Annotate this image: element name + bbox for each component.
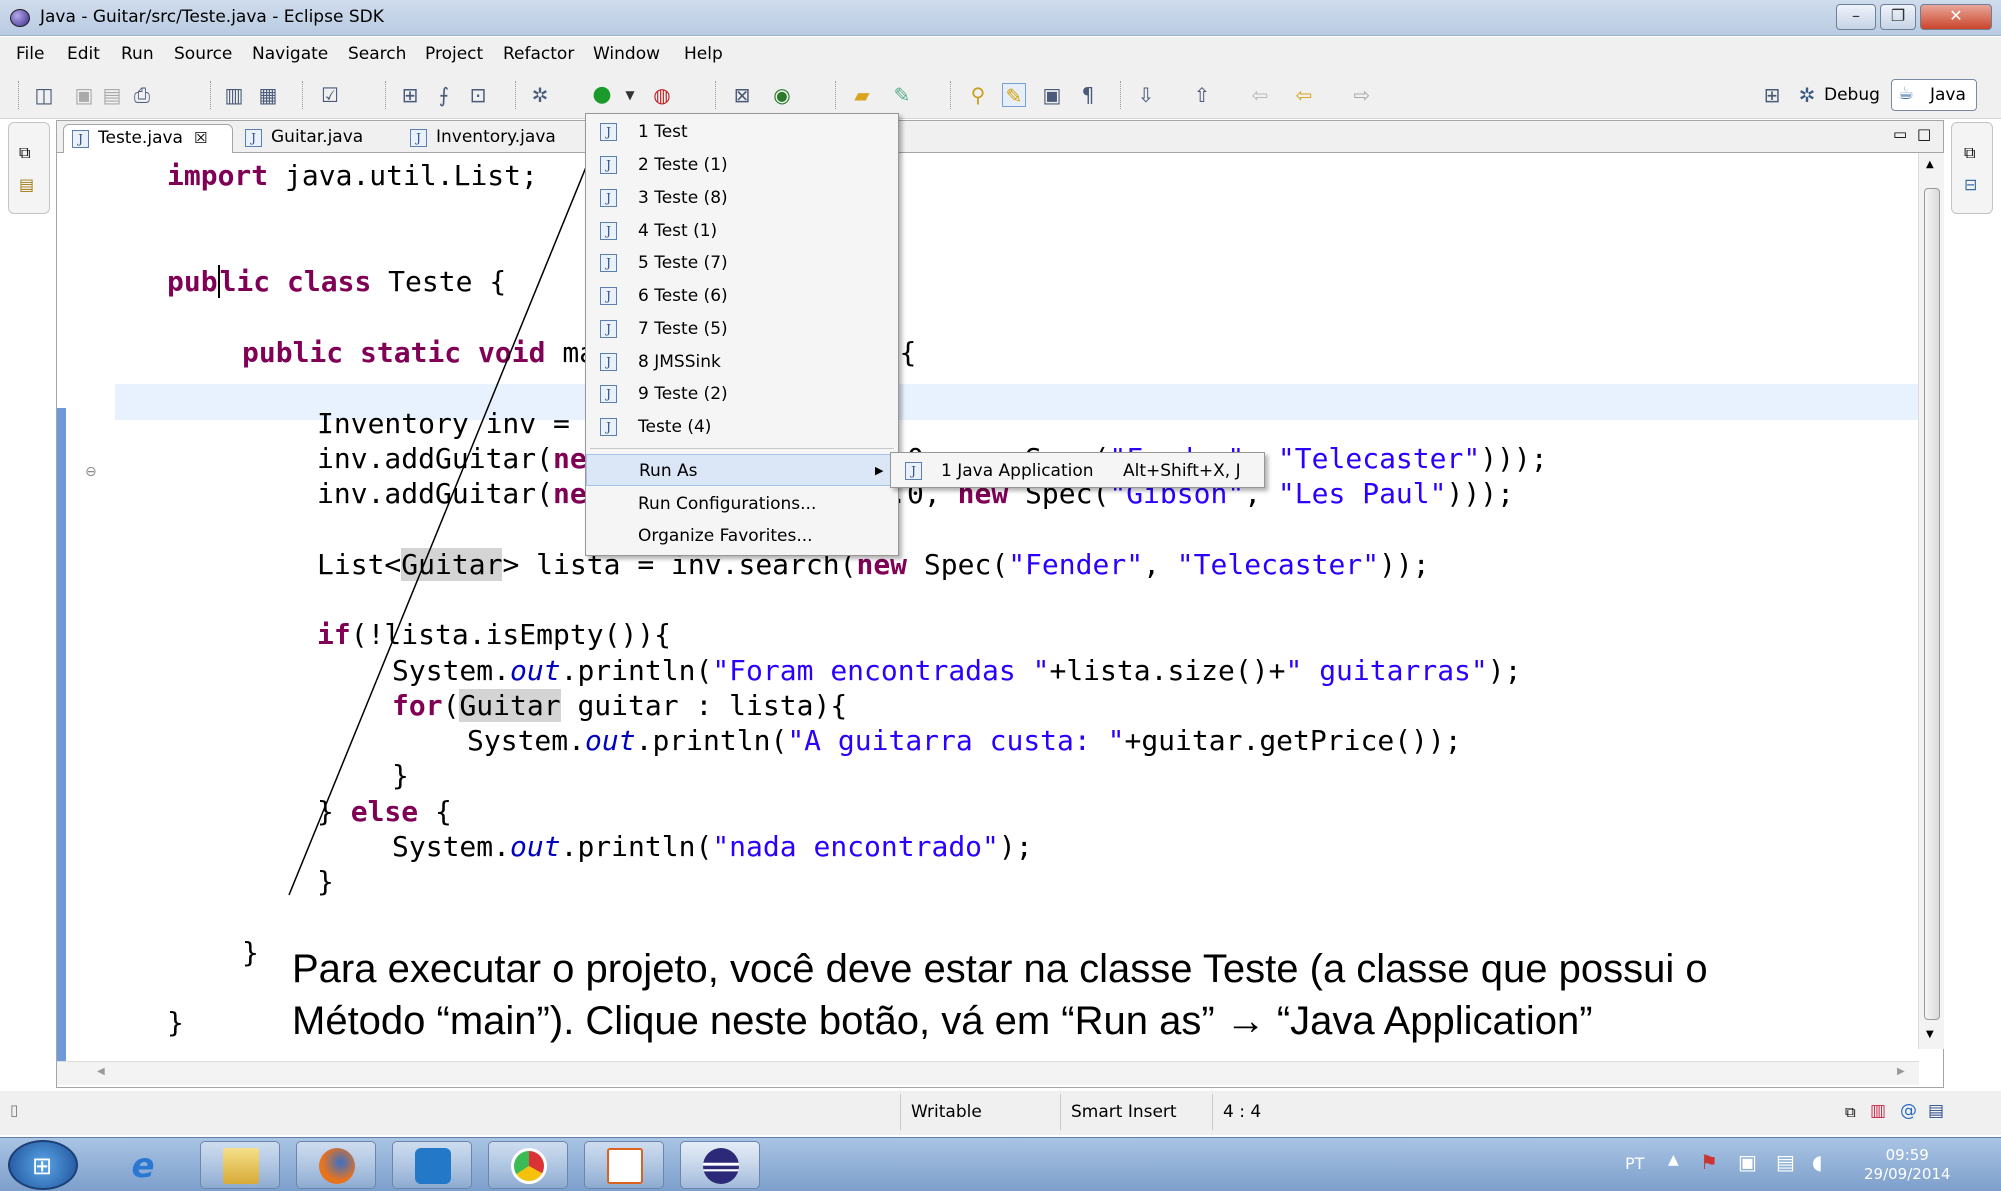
- volume-icon[interactable]: ◖: [1812, 1150, 1823, 1174]
- taskbar-explorer[interactable]: [200, 1141, 280, 1189]
- run-history-menu: J1 Test J2 Teste (1) J3 Teste (8) J4 Tes…: [585, 113, 899, 556]
- menu-separator: [590, 448, 894, 449]
- status-bar: ▯ Writable Smart Insert 4 : 4 ⧉ ▥ @ ▤: [0, 1091, 2001, 1135]
- clock-time: 09:59: [1885, 1146, 1929, 1164]
- java-file-icon: J: [600, 287, 617, 305]
- menu-item-history-6[interactable]: J6 Teste (6): [586, 280, 898, 312]
- status-insert-mode: Smart Insert: [1060, 1094, 1212, 1130]
- submenu-arrow-icon: ▶: [875, 464, 884, 477]
- console-view-icon[interactable]: ▤: [1928, 1101, 1944, 1121]
- language-indicator[interactable]: PT: [1625, 1154, 1644, 1173]
- restore-icon[interactable]: ⧉: [1845, 1103, 1856, 1121]
- run-as-submenu: J 1 Java Application Alt+Shift+X, J: [890, 452, 1265, 488]
- menu-item-history-3[interactable]: J3 Teste (8): [586, 182, 898, 214]
- java-application-label: 1 Java Application: [941, 461, 1094, 481]
- media-player-icon: [415, 1148, 451, 1184]
- taskbar-internet-explorer[interactable]: e: [102, 1141, 182, 1189]
- java-application-icon: J: [905, 462, 922, 480]
- taskbar-media[interactable]: [392, 1141, 472, 1189]
- folder-icon: [223, 1148, 259, 1184]
- clock-date: 29/09/2014: [1864, 1165, 1951, 1183]
- menu-item-run-as[interactable]: Run As ▶: [586, 454, 898, 486]
- tasks-icon[interactable]: ▥: [1870, 1101, 1886, 1121]
- taskbar-firefox[interactable]: [296, 1141, 376, 1189]
- menu-item-history-5[interactable]: J5 Teste (7): [586, 247, 898, 279]
- java-file-icon: J: [600, 320, 617, 338]
- windows-taskbar: ⊞ e PT ▲ ⚑ ▣ ▤ ◖ 09:59 29/09/2014: [0, 1137, 2001, 1191]
- menu-item-history-2[interactable]: J2 Teste (1): [586, 149, 898, 181]
- menu-item-history-7[interactable]: J7 Teste (5): [586, 313, 898, 345]
- java-file-icon: J: [600, 222, 617, 240]
- status-cursor-position: 4 : 4: [1212, 1094, 1372, 1130]
- java-file-icon: J: [600, 418, 617, 436]
- java-file-icon: J: [600, 385, 617, 403]
- taskbar-eclipse[interactable]: [680, 1141, 760, 1189]
- status-writable: Writable: [900, 1094, 1060, 1130]
- menu-item-java-application[interactable]: J 1 Java Application Alt+Shift+X, J: [891, 455, 1264, 487]
- menu-item-history-9[interactable]: J9 Teste (2): [586, 378, 898, 410]
- java-file-icon: J: [600, 156, 617, 174]
- presentation-icon: [607, 1148, 643, 1184]
- java-application-shortcut: Alt+Shift+X, J: [1123, 461, 1241, 481]
- java-file-icon: J: [600, 254, 617, 272]
- internet-explorer-icon: e: [131, 1146, 155, 1186]
- menu-item-history-10[interactable]: J Teste (4): [586, 411, 898, 443]
- taskbar-impress[interactable]: [584, 1141, 664, 1189]
- instruction-annotation: Para executar o projeto, você deve estar…: [292, 947, 1708, 1043]
- java-file-icon: J: [600, 123, 617, 141]
- java-file-icon: J: [600, 353, 617, 371]
- firefox-icon: [319, 1148, 355, 1184]
- start-button[interactable]: ⊞: [8, 1140, 78, 1190]
- windows-logo-icon: ⊞: [32, 1152, 53, 1180]
- eclipse-icon: [703, 1148, 739, 1184]
- menu-item-run-configurations[interactable]: Run Configurations...: [586, 488, 898, 520]
- taskbar-chrome[interactable]: [488, 1141, 568, 1189]
- chrome-icon: [511, 1148, 547, 1184]
- menu-item-organize-favorites[interactable]: Organize Favorites...: [586, 520, 898, 552]
- show-hidden-icons-icon[interactable]: ▲: [1668, 1152, 1679, 1168]
- fast-view-icon[interactable]: ▯: [10, 1101, 18, 1119]
- menu-item-history-8[interactable]: J8 JMSSink: [586, 346, 898, 378]
- menu-item-history-4[interactable]: J4 Test (1): [586, 215, 898, 247]
- device-icon[interactable]: ▣: [1738, 1150, 1757, 1174]
- menu-item-history-1[interactable]: J1 Test: [586, 116, 898, 148]
- system-clock[interactable]: 09:59 29/09/2014: [1864, 1146, 1950, 1184]
- java-file-icon: J: [600, 189, 617, 207]
- action-center-icon[interactable]: ⚑: [1700, 1150, 1718, 1174]
- network-icon[interactable]: ▤: [1776, 1150, 1795, 1174]
- javadoc-icon[interactable]: @: [1900, 1101, 1917, 1121]
